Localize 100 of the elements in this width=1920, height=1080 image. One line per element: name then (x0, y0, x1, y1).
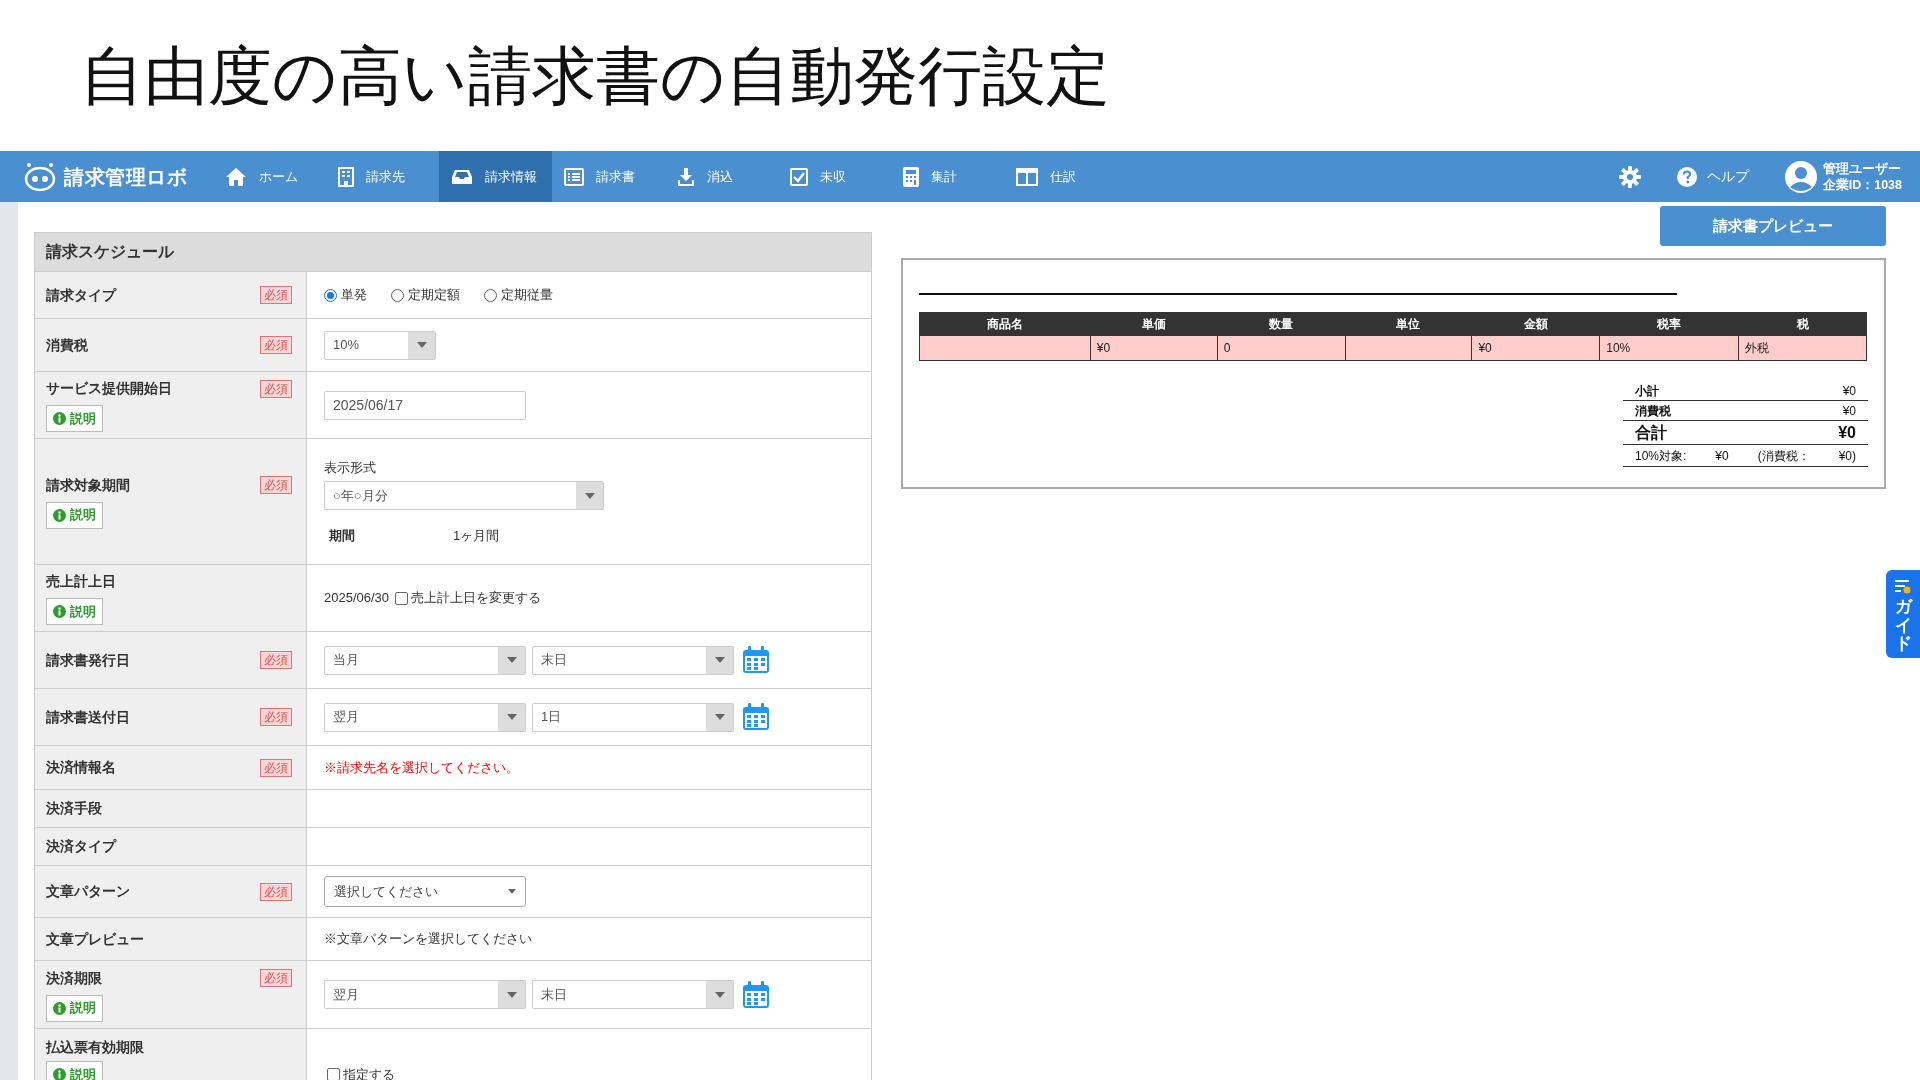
nav-tab[interactable]: 仕訳 (1004, 151, 1117, 202)
total-value: ¥0 (1842, 403, 1856, 420)
field-label: 請求書送付日 (46, 707, 130, 727)
help-button[interactable]: 説明 (46, 501, 103, 529)
user-avatar-icon (1784, 160, 1817, 193)
select-field[interactable]: 選択してください (324, 876, 526, 907)
tray-icon (451, 168, 473, 185)
nav-tab[interactable]: 請求先 (326, 151, 439, 202)
home-icon (225, 166, 247, 187)
radio-option[interactable]: 単発 (324, 285, 367, 305)
column-header: 商品名 (919, 312, 1091, 336)
column-header: 単位 (1345, 312, 1472, 336)
select-field[interactable]: 10% (324, 330, 436, 360)
column-header: 税率 (1599, 312, 1739, 336)
radio-option[interactable]: 定期定額 (391, 285, 460, 305)
info-icon (53, 412, 66, 425)
tax-breakdown-text: (消費税： (1757, 447, 1810, 465)
list-icon (564, 167, 584, 186)
select-field[interactable]: 1日 (532, 702, 734, 732)
field-label: 払込票有効期限 (46, 1038, 144, 1057)
tax-breakdown-text: 10%対象: (1635, 447, 1687, 465)
help-link[interactable]: ヘルプ (1676, 151, 1749, 202)
nav-tab[interactable]: 請求書 (552, 151, 665, 202)
checkbox-icon (790, 167, 808, 186)
required-badge: 必須 (260, 476, 292, 494)
preview-text: ※文章パターンを選択してください (324, 930, 532, 949)
nav-tab[interactable]: 消込 (665, 151, 778, 202)
caret-icon (506, 991, 517, 998)
info-icon (53, 1001, 66, 1015)
field-label: 文章パターン (46, 882, 130, 901)
date-field[interactable]: 2025/06/17 (324, 390, 526, 420)
field-label: 文章プレビュー (46, 929, 144, 949)
required-badge: 必須 (260, 708, 292, 726)
required-badge: 必須 (260, 882, 292, 901)
table-cell: ¥0 (1471, 335, 1600, 361)
building-icon (338, 166, 354, 187)
field-label: 決済タイプ (46, 837, 116, 856)
guide-tab[interactable]: ガイド (1886, 570, 1920, 658)
table-cell: 外税 (1738, 335, 1867, 361)
column-header: 単価 (1090, 312, 1218, 336)
select-field[interactable]: 翌月 (324, 980, 526, 1009)
select-field[interactable]: 末日 (532, 645, 734, 675)
invoice-preview-button[interactable]: 請求書プレビュー (1660, 206, 1886, 246)
help-button[interactable]: 説明 (46, 994, 103, 1022)
required-badge: 必須 (260, 286, 292, 304)
period-label: 期間 (329, 527, 356, 545)
select-field[interactable]: 末日 (532, 980, 734, 1009)
sales-date: 2025/06/30 (324, 589, 390, 608)
caret-icon (506, 714, 517, 720)
section-title: 請求スケジュール (46, 242, 174, 262)
required-badge: 必須 (260, 379, 292, 398)
caret-icon (714, 991, 725, 998)
columns-icon (1016, 167, 1038, 186)
caret-icon (714, 657, 725, 663)
nav-tab[interactable]: 集計 (891, 151, 1004, 202)
field-label: 請求タイプ (46, 285, 116, 305)
total-value: ¥0 (1842, 383, 1856, 400)
download-icon (677, 166, 695, 187)
caret-icon (584, 492, 595, 499)
calculator-icon (903, 166, 919, 187)
checkbox[interactable]: 売上計上日を変更する (395, 588, 542, 608)
tax-breakdown-text: ¥0 (1715, 447, 1729, 465)
nav-tab[interactable]: 未収 (778, 151, 891, 202)
field-label: 決済情報名 (46, 758, 116, 777)
select-field[interactable]: ○年○月分 (324, 481, 604, 510)
guide-icon (1895, 580, 1911, 594)
calendar-icon (742, 980, 770, 1009)
field-label: 請求書発行日 (46, 650, 130, 670)
help-icon (1676, 166, 1697, 187)
required-badge: 必須 (260, 758, 292, 777)
total-value: ¥0 (1838, 422, 1856, 443)
company-id: 企業ID：1038 (1822, 176, 1902, 193)
column-header: 税 (1738, 312, 1867, 336)
select-field[interactable]: 翌月 (324, 702, 526, 732)
caret-icon (506, 657, 517, 663)
select-field[interactable]: 当月 (324, 645, 526, 675)
app-logo-text: 請求管理ロボ (64, 164, 187, 190)
help-button[interactable]: 説明 (46, 1061, 103, 1080)
table-cell: 10% (1599, 335, 1739, 361)
help-button[interactable]: 説明 (46, 405, 103, 432)
total-label: 消費税 (1635, 403, 1671, 420)
slide-title: 自由度の高い請求書の自動発行設定 (80, 37, 1110, 115)
total-label: 合計 (1635, 422, 1667, 443)
info-icon (53, 508, 66, 522)
tax-breakdown-text: ¥0) (1838, 447, 1856, 465)
nav-tab[interactable]: ホーム (213, 151, 326, 202)
total-label: 小計 (1635, 383, 1659, 400)
column-header: 数量 (1217, 312, 1345, 336)
column-header: 金額 (1471, 312, 1600, 336)
field-label: 売上計上日 (46, 572, 116, 591)
robot-logo-icon (24, 161, 56, 192)
calendar-icon (742, 646, 770, 674)
format-label: 表示形式 (324, 458, 377, 477)
radio-option[interactable]: 定期従量 (484, 285, 553, 305)
caret-icon (714, 714, 725, 720)
nav-tab[interactable]: 請求情報 (439, 151, 552, 202)
info-icon (53, 605, 66, 618)
caret-icon (416, 342, 427, 348)
caret-icon (508, 889, 516, 894)
help-button[interactable]: 説明 (46, 598, 103, 625)
